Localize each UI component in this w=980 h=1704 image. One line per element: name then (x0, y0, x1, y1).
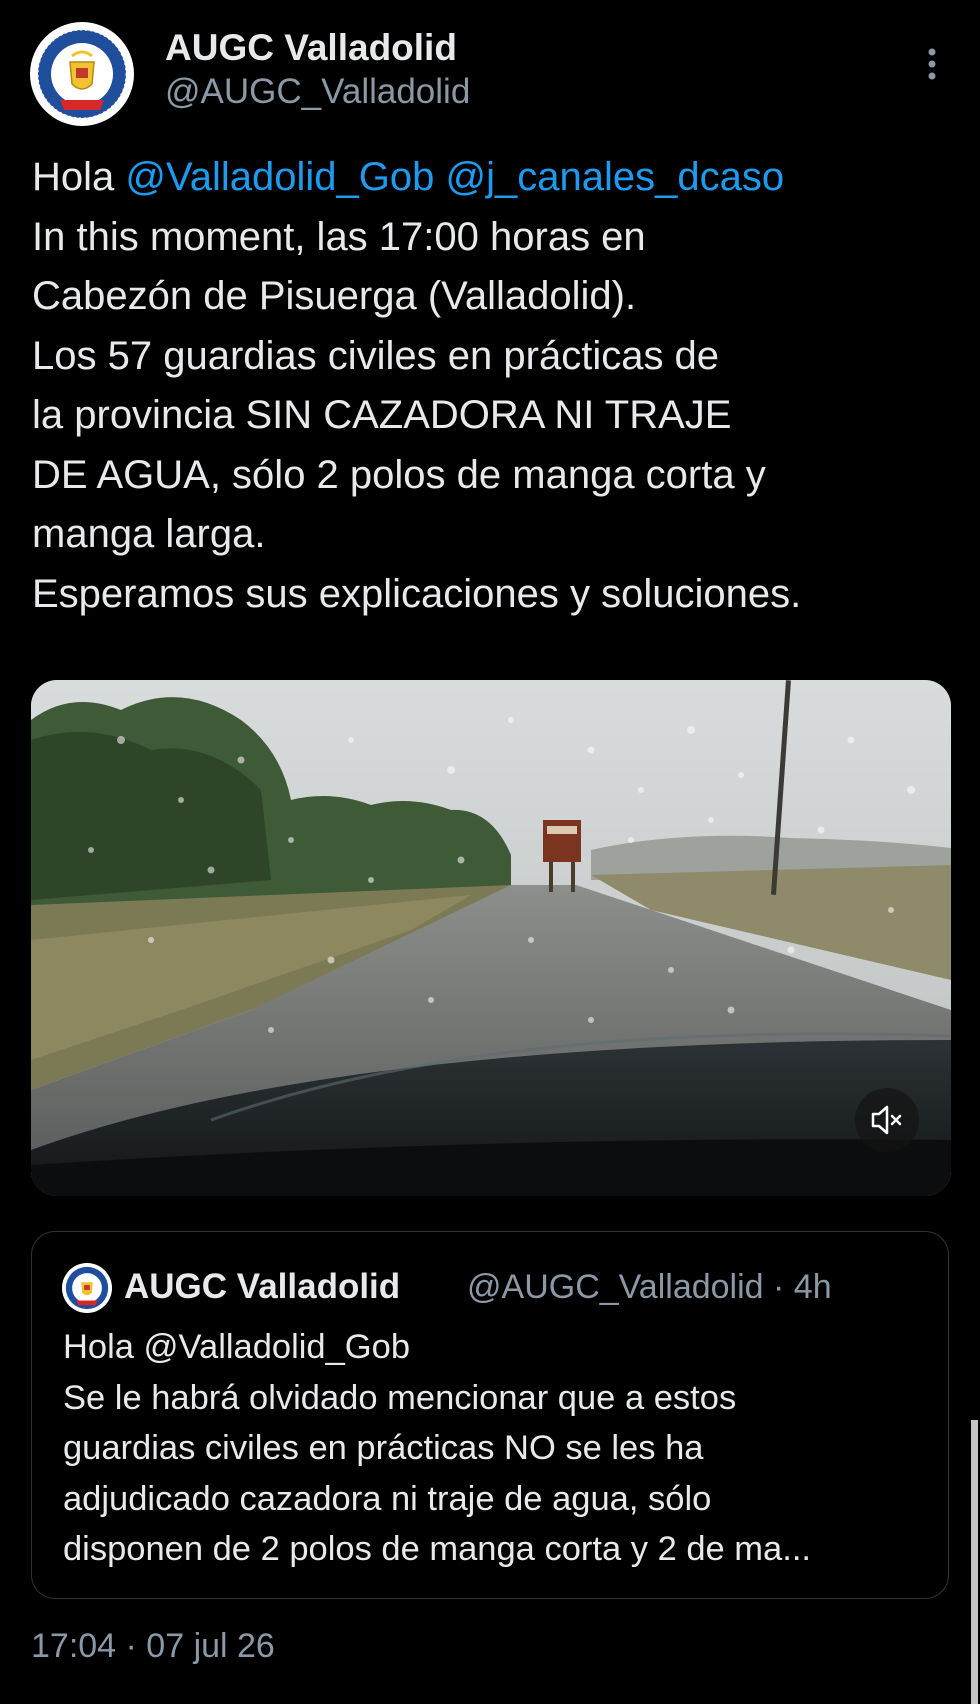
quoted-tweet-card[interactable]: AUGC Valladolid @AUGC_Valladolid · 4h Ho… (31, 1231, 949, 1599)
video-frame-rainy-road (31, 680, 951, 1196)
tweet-line: Esperamos sus explicaciones y soluciones… (32, 571, 802, 616)
quoted-tweet-line: Hola @Valladolid_Gob (63, 1328, 411, 1366)
quoted-tweet-line: guardias civiles en prácticas NO se les … (63, 1429, 704, 1467)
more-options-button[interactable] (922, 44, 942, 84)
tweet-line-greeting: Hola @Valladolid_Gob @j_canales_dcaso (32, 148, 962, 208)
author-display-name[interactable]: AUGC Valladolid (165, 26, 470, 70)
quoted-author-display-name: AUGC Valladolid (124, 1267, 401, 1306)
quoted-author-avatar (62, 1263, 112, 1313)
tweet-video[interactable] (31, 680, 951, 1196)
page-scrollbar[interactable] (971, 1420, 978, 1704)
mention-link-valladolid-gob[interactable]: @Valladolid_Gob (125, 155, 434, 199)
author-avatar[interactable] (30, 22, 134, 126)
augc-seal-logo-icon (32, 24, 132, 124)
tweet-line: la provincia SIN CAZADORA NI TRAJE (32, 393, 732, 437)
quoted-tweet-line: Se le habrá olvidado mencionar que a est… (63, 1378, 737, 1417)
tweet-line: Cabezón de Pisuerga (Valladolid). (32, 274, 637, 318)
author-names: AUGC Valladolid @AUGC_Valladolid (165, 26, 470, 114)
tweet-line: DE AGUA, sólo 2 polos de manga corta y (32, 452, 766, 497)
speaker-muted-icon (871, 1105, 902, 1135)
tweet-text: Hola @Valladolid_Gob @j_canales_dcaso In… (32, 148, 962, 624)
tweet-line: Los 57 guardias civiles en prácticas de (32, 333, 720, 378)
augc-seal-logo-icon (62, 1263, 112, 1313)
author-handle[interactable]: @AUGC_Valladolid (165, 70, 470, 114)
quoted-tweet-line: adjudicado cazadora ni traje de agua, só… (63, 1479, 712, 1518)
tweet-header: AUGC Valladolid @AUGC_Valladolid (30, 22, 950, 132)
vertical-ellipsis-icon (928, 48, 936, 80)
mention-link-j-canales[interactable]: @j_canales_dcaso (445, 155, 784, 199)
tweet-line: In this moment, las 17:00 horas en (32, 214, 646, 259)
greeting-text: Hola (32, 155, 126, 199)
tweet-timestamp[interactable]: 17:04 · 07 jul 26 (31, 1624, 275, 1668)
mention-spacer (434, 155, 445, 199)
mute-toggle-button[interactable] (855, 1088, 919, 1152)
quoted-tweet-line: disponen de 2 polos de manga corta y 2 d… (63, 1530, 811, 1568)
quoted-tweet-text: Hola @Valladolid_Gob Se le habrá olvidad… (63, 1322, 933, 1575)
quoted-author-handle-time: @AUGC_Valladolid · 4h (467, 1268, 832, 1306)
tweet-line: manga larga. (32, 512, 266, 556)
